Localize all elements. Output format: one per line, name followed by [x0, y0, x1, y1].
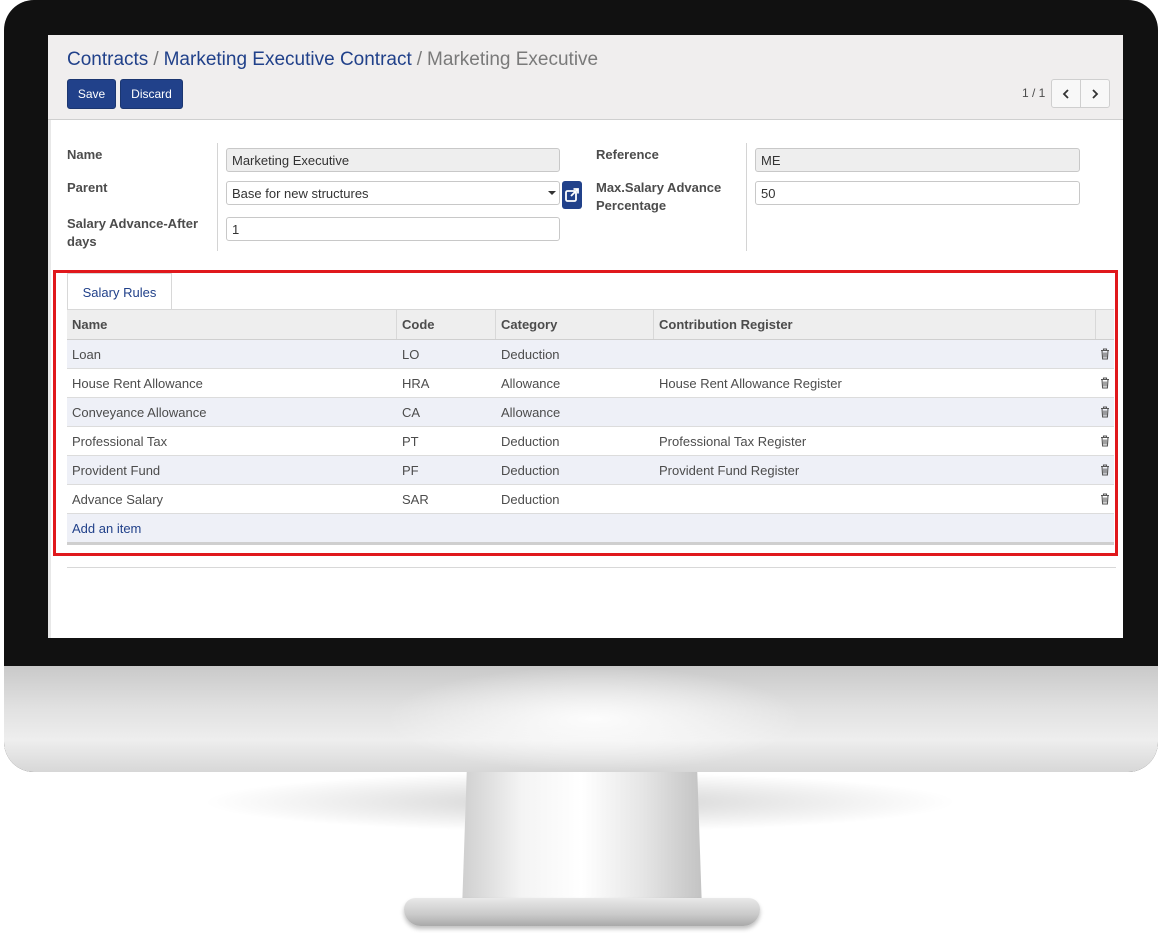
max-salary-advance-label: Max.Salary Advance Percentage [596, 179, 721, 215]
salary-advance-after-label-line-2: days [67, 234, 97, 249]
name-label: Name [67, 147, 103, 162]
rule-code: PT [402, 433, 419, 449]
label-separator [746, 143, 747, 251]
rule-category: Allowance [501, 404, 561, 420]
screen: Contracts / Marketing Executive Contract / M… [48, 35, 1123, 638]
chevron-right-icon [1092, 88, 1099, 99]
rule-category: Deduction [501, 462, 560, 478]
salary-rules-table: Name Code Category Contribution Register… [67, 310, 1114, 545]
parent-label: Parent [67, 180, 108, 195]
max-salary-advance-label-line-1: Max.Salary Advance [596, 180, 722, 195]
delete-row-button[interactable] [1096, 340, 1114, 368]
control-panel: Contracts / Marketing Executive Contract / M… [48, 35, 1123, 120]
delete-row-button[interactable] [1096, 456, 1114, 484]
column-header-name[interactable]: Name [67, 310, 397, 339]
trash-icon [1101, 493, 1109, 505]
rule-name: Loan [72, 346, 101, 362]
monitor-stand-base [404, 898, 760, 926]
delete-row-button[interactable] [1096, 485, 1114, 513]
rule-category: Allowance [501, 375, 561, 391]
parent-select[interactable]: Base for new structures [226, 181, 560, 205]
delete-row-button[interactable] [1096, 398, 1114, 426]
trash-icon [1101, 377, 1109, 389]
rule-contribution-register: Provident Fund Register [659, 462, 800, 478]
trash-icon [1101, 348, 1109, 360]
salary-advance-after-label: Salary Advance-After days [67, 215, 198, 251]
table-header: Name Code Category Contribution Register [67, 310, 1114, 340]
rule-name: House Rent Allowance [72, 375, 203, 391]
table-row[interactable]: Conveyance Allowance CA Allowance [67, 398, 1114, 427]
external-link-icon [565, 188, 579, 202]
table-row[interactable]: Provident Fund PF Deduction Provident Fu… [67, 456, 1114, 485]
pager-next-button[interactable] [1080, 79, 1110, 108]
rule-code: LO [402, 346, 420, 362]
breadcrumb-separator: / [153, 49, 159, 70]
name-field[interactable]: Marketing Executive [226, 148, 560, 172]
sheet-left-edge [48, 120, 51, 638]
rule-contribution-register [654, 340, 1096, 368]
rule-name: Provident Fund [72, 462, 161, 478]
trash-icon [1101, 464, 1109, 476]
breadcrumb-item-contract[interactable]: Marketing Executive Contract [164, 49, 412, 70]
rule-contribution-register: House Rent Allowance Register [659, 375, 842, 391]
add-item-row: Add an item [67, 514, 1114, 545]
save-button[interactable]: Save [67, 79, 116, 109]
add-item-link[interactable]: Add an item [72, 521, 141, 536]
breadcrumb-separator: / [416, 49, 423, 70]
parent-select-value: Base for new structures [232, 186, 369, 201]
rule-category: Deduction [501, 491, 560, 507]
rule-code: CA [402, 404, 421, 420]
rule-code: SAR [402, 491, 429, 507]
sheet-footer-divider [67, 567, 1116, 568]
column-header-actions [1096, 310, 1114, 339]
column-header-code[interactable]: Code [397, 310, 496, 339]
external-link-button[interactable] [562, 181, 582, 209]
breadcrumb-current: Marketing Executive [427, 49, 599, 70]
table-row[interactable]: Professional Tax PT Deduction Profession… [67, 427, 1114, 456]
monitor-chin-sheen [384, 666, 804, 772]
reference-label: Reference [596, 147, 659, 162]
rule-contribution-register [654, 485, 1096, 513]
delete-row-button[interactable] [1096, 427, 1114, 455]
column-header-contribution-register[interactable]: Contribution Register [654, 310, 1096, 339]
rule-contribution-register [654, 398, 1096, 426]
rule-code: PF [402, 462, 419, 478]
trash-icon [1101, 435, 1109, 447]
breadcrumb-item-contracts[interactable]: Contracts [67, 49, 148, 70]
salary-advance-after-days-field[interactable]: 1 [226, 217, 560, 241]
tab-salary-rules[interactable]: Salary Rules [67, 273, 172, 310]
chevron-left-icon [1062, 88, 1069, 99]
rule-name: Professional Tax [72, 433, 168, 449]
trash-icon [1101, 406, 1109, 418]
monitor-frame: Contracts / Marketing Executive Contract / M… [4, 0, 1158, 772]
delete-row-button[interactable] [1096, 369, 1114, 397]
max-salary-advance-label-line-2: Percentage [596, 198, 667, 213]
rule-name: Conveyance Allowance [72, 404, 207, 420]
rule-code: HRA [402, 375, 430, 391]
pager-previous-button[interactable] [1051, 79, 1081, 108]
pager-value[interactable]: 1 / 1 [1022, 86, 1045, 100]
reference-field[interactable]: ME [755, 148, 1080, 172]
table-row[interactable]: Loan LO Deduction [67, 340, 1114, 369]
add-item-cell: Add an item [67, 514, 397, 542]
discard-button[interactable]: Discard [120, 79, 183, 109]
breadcrumb: Contracts / Marketing Executive Contract / M… [67, 49, 598, 71]
rule-contribution-register: Professional Tax Register [659, 433, 807, 449]
rule-category: Deduction [501, 433, 560, 449]
monitor-stand-neck [462, 770, 702, 910]
caret-down-icon [548, 191, 556, 195]
rule-name: Advance Salary [72, 491, 164, 507]
salary-advance-after-label-line-1: Salary Advance-After [67, 216, 199, 231]
max-salary-advance-field[interactable]: 50 [755, 181, 1080, 205]
table-row[interactable]: House Rent Allowance HRA Allowance House… [67, 369, 1114, 398]
label-separator [217, 143, 218, 251]
rule-category: Deduction [501, 346, 560, 362]
table-row[interactable]: Advance Salary SAR Deduction [67, 485, 1114, 514]
column-header-category[interactable]: Category [496, 310, 654, 339]
